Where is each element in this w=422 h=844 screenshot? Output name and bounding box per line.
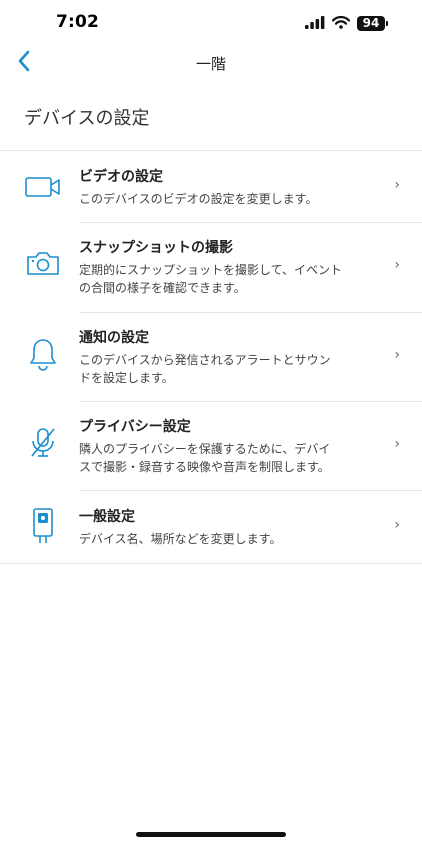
- description-line: このデバイスのビデオの設定を変更します。: [79, 192, 318, 206]
- settings-item-description: 定期的にスナップショットを撮影して、イベント の合間の様子を確認できます。: [79, 261, 379, 297]
- status-time: 7:02: [56, 12, 100, 32]
- signal-icon: [305, 14, 325, 33]
- wifi-icon: [331, 14, 351, 33]
- home-indicator[interactable]: [136, 832, 286, 837]
- settings-item-description: 隣人のプライバシーを保護するために、デバイ スで撮影・録音する映像や音声を制限し…: [79, 440, 379, 476]
- description-line: ドを設定します。: [79, 371, 174, 385]
- row-divider: [0, 563, 422, 564]
- mic-off-icon: [24, 424, 62, 462]
- settings-item-description: このデバイスから発信されるアラートとサウン ドを設定します。: [79, 351, 379, 387]
- description-line: の合間の様子を確認できます。: [79, 281, 246, 295]
- description-line: スで撮影・録音する映像や音声を制限します。: [79, 460, 330, 474]
- camera-icon: [24, 244, 62, 282]
- settings-item-title: スナップショットの撮影: [79, 240, 233, 256]
- settings-item-snapshot[interactable]: スナップショットの撮影 定期的にスナップショットを撮影して、イベント の合間の様…: [0, 223, 422, 313]
- status-icons: 94: [305, 14, 388, 33]
- bell-icon: [24, 335, 62, 373]
- description-line: デバイス名、場所などを変更します。: [79, 532, 282, 546]
- chevron-right-icon: ›: [394, 436, 400, 452]
- description-line: 隣人のプライバシーを保護するために、デバイ: [79, 442, 331, 456]
- device-icon: [24, 507, 62, 545]
- settings-item-notifications[interactable]: 通知の設定 このデバイスから発信されるアラートとサウン ドを設定します。 ›: [0, 313, 422, 402]
- chevron-right-icon: ›: [394, 257, 400, 273]
- status-bar: 7:02 94: [0, 0, 422, 46]
- settings-item-privacy[interactable]: プライバシー設定 隣人のプライバシーを保護するために、デバイ スで撮影・録音する…: [0, 402, 422, 491]
- chevron-right-icon: ›: [394, 177, 400, 193]
- description-line: 定期的にスナップショットを撮影して、イベント: [79, 263, 343, 277]
- page-title: 一階: [195, 55, 226, 73]
- battery-tip: [386, 21, 388, 26]
- chevron-right-icon: ›: [394, 347, 400, 363]
- description-line: このデバイスから発信されるアラートとサウン: [79, 353, 331, 367]
- settings-item-title: 一般設定: [79, 509, 135, 525]
- section-title: デバイスの設定: [24, 108, 150, 129]
- settings-item-video[interactable]: ビデオの設定 このデバイスのビデオの設定を変更します。 ›: [0, 151, 422, 223]
- settings-item-description: このデバイスのビデオの設定を変更します。: [79, 190, 379, 208]
- navigation-bar: 一階: [0, 46, 422, 80]
- battery-level: 94: [357, 16, 385, 31]
- settings-item-description: デバイス名、場所などを変更します。: [79, 530, 379, 548]
- settings-list: ビデオの設定 このデバイスのビデオの設定を変更します。 › スナップショットの撮…: [0, 151, 422, 564]
- settings-item-general[interactable]: 一般設定 デバイス名、場所などを変更します。 ›: [0, 491, 422, 564]
- settings-item-title: 通知の設定: [79, 330, 149, 346]
- settings-item-title: ビデオの設定: [79, 169, 163, 185]
- chevron-right-icon: ›: [394, 517, 400, 533]
- settings-item-title: プライバシー設定: [79, 419, 191, 435]
- video-camera-icon: [24, 168, 62, 206]
